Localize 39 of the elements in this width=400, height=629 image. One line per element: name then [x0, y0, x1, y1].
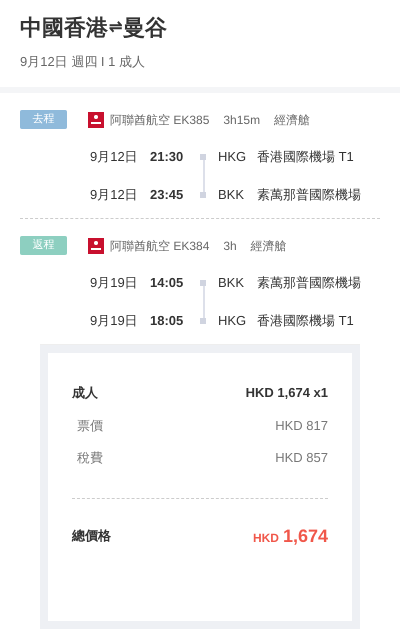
passenger-total: HKD 1,674 x1 [246, 384, 328, 402]
fee-amount: HKD 857 [275, 449, 328, 467]
flight-date: 9月19日 [90, 312, 139, 330]
airport-name: 香港國際機場 T1 [257, 148, 354, 166]
airport-code: HKG [218, 312, 248, 330]
flight-duration: 3h15m [223, 112, 260, 128]
fee-label: 票價 [76, 416, 103, 434]
total-currency: HKD [252, 530, 279, 546]
flight-date: 9月19日 [90, 274, 139, 292]
cabin-class: 經濟艙 [274, 112, 310, 128]
total-price: 1,674 [282, 524, 328, 548]
airline-logo-icon [88, 112, 104, 128]
trip-summary: 9月12日 週四 I 1 成人 [20, 52, 146, 70]
airport-code: HKG [218, 148, 248, 166]
airline-flight: 阿聯酋航空 EK385 [110, 112, 210, 128]
airport-code: BKK [218, 186, 246, 204]
flight-date: 9月12日 [90, 148, 139, 166]
flight-time: 23:45 [150, 186, 184, 204]
airline-flight: 阿聯酋航空 EK384 [110, 238, 210, 254]
airport-code: BKK [218, 274, 246, 292]
cabin-class: 經濟艙 [250, 238, 287, 254]
round-trip-arrow: ⇌ [109, 18, 122, 38]
airport-name: 素萬那普國際機場 [257, 274, 361, 292]
total-label: 總價格 [72, 527, 111, 546]
airport-name: 香港國際機場 T1 [257, 312, 354, 330]
flight-date: 9月12日 [90, 186, 139, 204]
flight-time: 14:05 [150, 274, 184, 292]
fee-amount: HKD 817 [275, 416, 328, 434]
flight-time: 21:30 [150, 148, 184, 166]
segment-tag: 返程 [20, 236, 67, 255]
segment-tag: 去程 [20, 110, 67, 129]
flight-time: 18:05 [150, 312, 184, 330]
flight-duration: 3h [223, 238, 237, 254]
origin-city: 中國香港 [20, 14, 108, 42]
destination-city: 曼谷 [123, 14, 167, 42]
fee-label: 稅費 [76, 449, 103, 467]
airport-name: 素萬那普國際機場 [257, 186, 361, 204]
airline-logo-icon [88, 238, 104, 254]
passenger-label: 成人 [72, 384, 98, 402]
